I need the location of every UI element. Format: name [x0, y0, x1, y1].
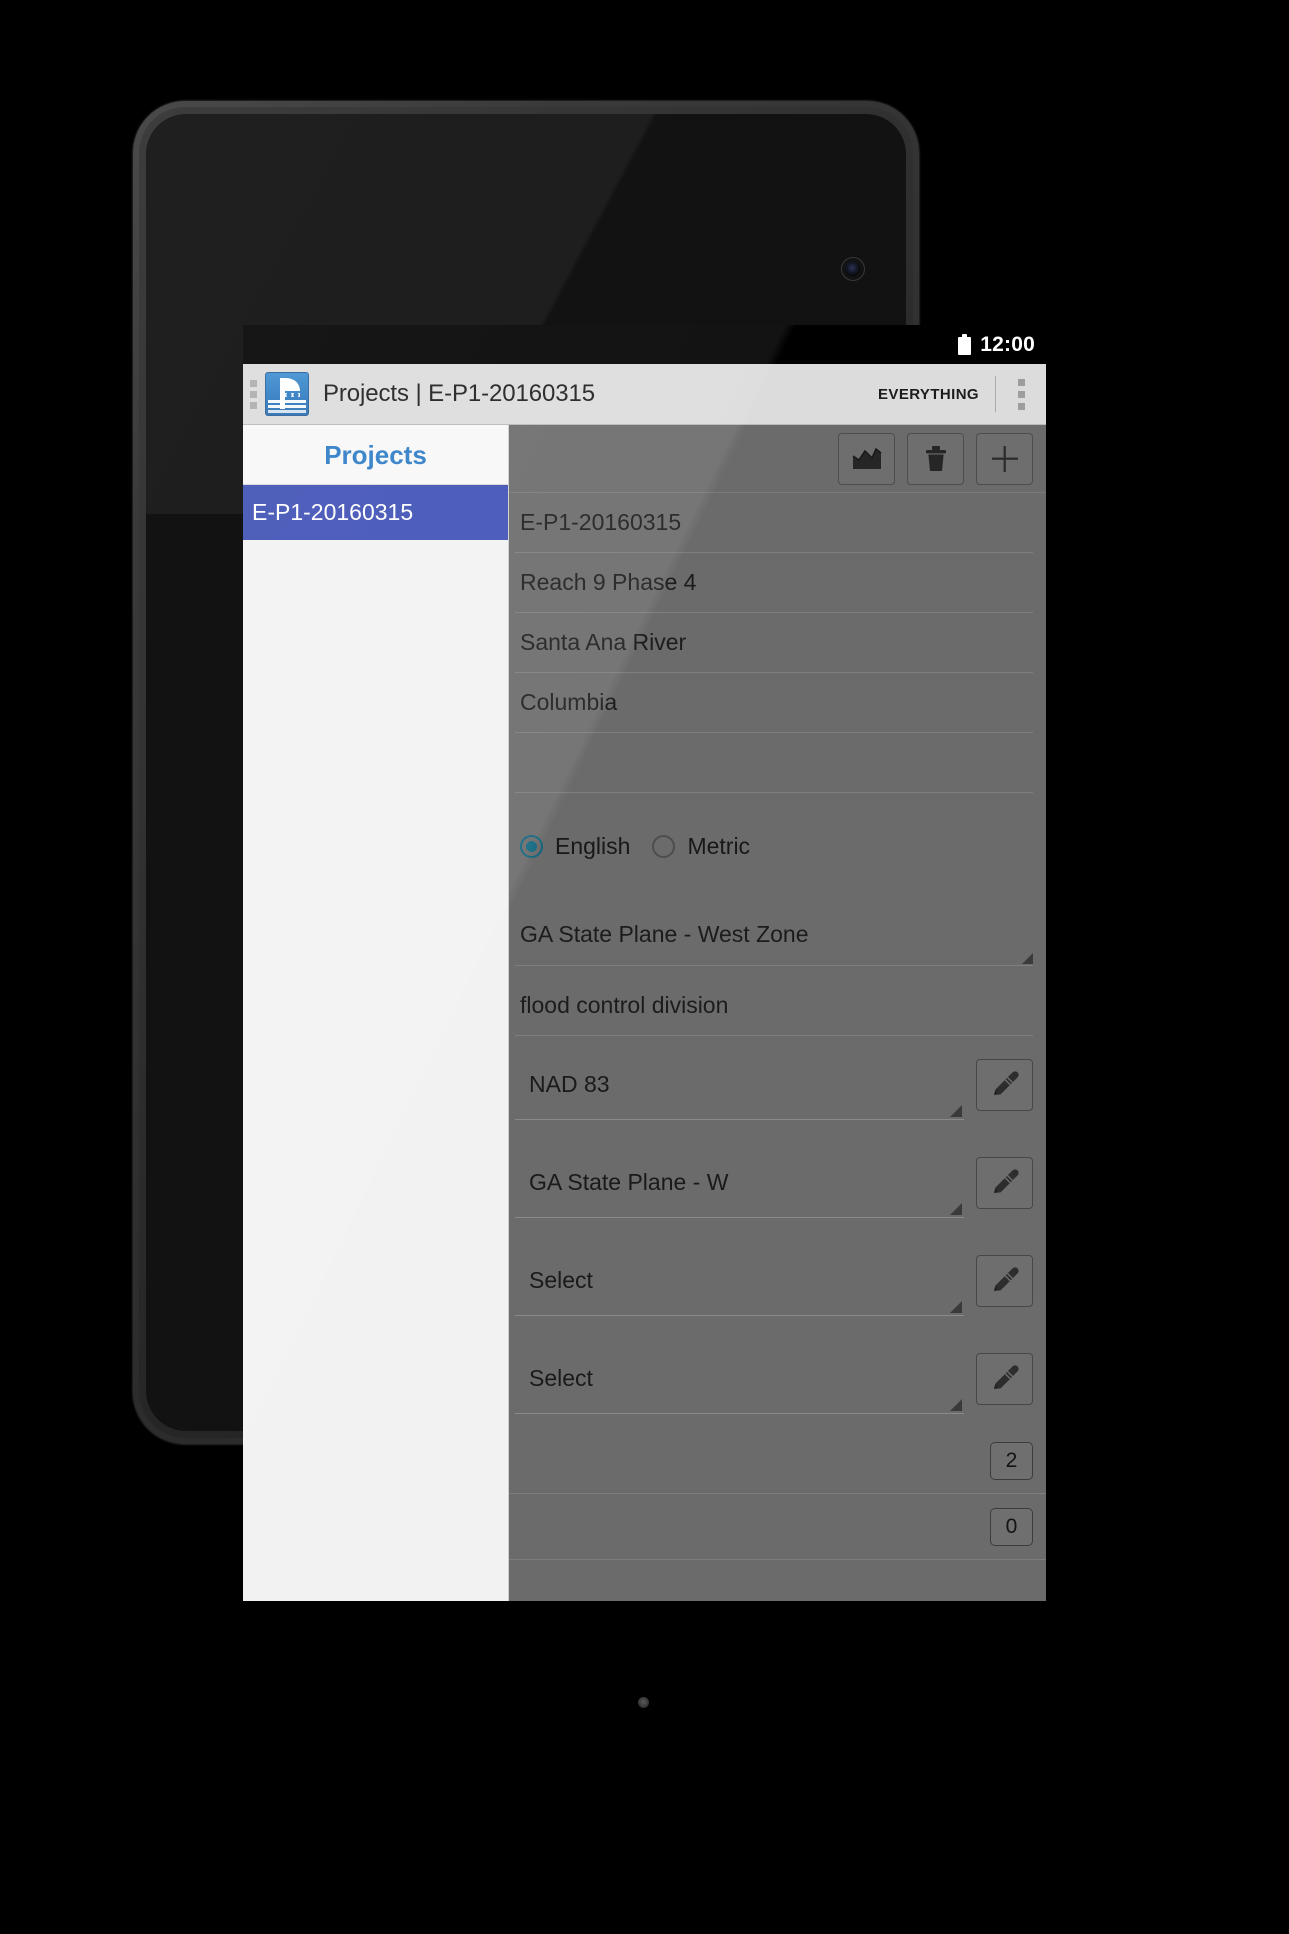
field-empty[interactable] — [515, 733, 1033, 793]
field-river-value: Santa Ana River — [520, 629, 687, 655]
row-units-system: Select — [509, 1330, 1046, 1428]
chevron-down-icon — [950, 1399, 962, 1411]
radio-english-label: English — [555, 832, 631, 859]
spinner-units-system-value: Select — [529, 1365, 593, 1391]
spinner-datum[interactable]: NAD 83 — [515, 1050, 964, 1120]
edit-projection-button[interactable] — [976, 1157, 1033, 1209]
front-microphone-icon — [638, 1697, 649, 1708]
count-b-button[interactable]: 0 — [990, 1507, 1033, 1546]
spinner-projection[interactable]: GA State Plane - W — [515, 1148, 964, 1218]
overflow-menu-icon[interactable] — [996, 364, 1046, 425]
spinner-datum-value: NAD 83 — [529, 1071, 610, 1097]
detail-toolbar — [509, 425, 1046, 493]
row-datum: NAD 83 — [509, 1036, 1046, 1134]
sidebar-title: Projects — [243, 425, 508, 485]
chevron-down-icon — [950, 1203, 962, 1215]
row-count-b: 0 — [509, 1494, 1046, 1560]
edit-datum-button[interactable] — [976, 1059, 1033, 1111]
add-button[interactable] — [976, 432, 1033, 485]
levee-profile-app-icon — [265, 372, 309, 416]
count-a-button[interactable]: 2 — [990, 1441, 1033, 1480]
edit-units-system-button[interactable] — [976, 1353, 1033, 1405]
chevron-down-icon — [950, 1105, 962, 1117]
field-district[interactable]: Columbia — [515, 673, 1033, 733]
radio-metric[interactable]: Metric — [652, 833, 750, 860]
field-coordinate-system-note[interactable]: GA State Plane - West Zone — [515, 904, 1033, 966]
trash-icon — [924, 445, 948, 473]
field-division-value: flood control division — [520, 992, 729, 1018]
delete-button[interactable] — [907, 432, 964, 485]
pencil-icon — [990, 1070, 1020, 1100]
status-bar-clock: 12:00 — [980, 333, 1035, 356]
field-district-value: Columbia — [520, 689, 618, 715]
chart-icon — [852, 447, 882, 471]
projects-sidebar: Projects E-P1-20160315 — [243, 425, 509, 1601]
field-division[interactable]: flood control division — [515, 976, 1033, 1036]
row-vertical-datum: Select — [509, 1232, 1046, 1330]
status-bar: 12:00 — [243, 325, 1046, 364]
radio-metric-label: Metric — [687, 832, 751, 859]
field-project-id-value: E-P1-20160315 — [520, 509, 682, 535]
pencil-icon — [990, 1168, 1020, 1198]
radio-metric-dot — [652, 834, 676, 858]
sidebar-item-project[interactable]: E-P1-20160315 — [243, 485, 508, 540]
plus-icon — [990, 444, 1020, 474]
spinner-vertical-datum-value: Select — [529, 1267, 593, 1293]
field-river[interactable]: Santa Ana River — [515, 613, 1033, 673]
field-reach-value: Reach 9 Phase 4 — [520, 569, 697, 595]
pencil-icon — [990, 1364, 1020, 1394]
row-count-a: 2 — [509, 1428, 1046, 1494]
radio-english-dot — [520, 834, 543, 858]
radio-english[interactable]: English — [520, 833, 630, 860]
page-title: Projects | E-P1-20160315 — [323, 380, 595, 407]
device-screen: 12:00 Projects | E-P1-20160315 EVERYTHIN… — [243, 325, 1046, 1601]
front-camera-icon — [845, 261, 861, 277]
project-detail-pane: E-P1-20160315 Reach 9 Phase 4 Santa Ana … — [509, 425, 1046, 1601]
action-everything-button[interactable]: EVERYTHING — [862, 386, 995, 403]
battery-full-icon — [958, 334, 972, 355]
screenshot-stage: 12:00 Projects | E-P1-20160315 EVERYTHIN… — [0, 0, 1289, 1934]
chart-icon-button[interactable] — [838, 432, 895, 485]
pencil-icon — [990, 1266, 1020, 1296]
app-bar: Projects | E-P1-20160315 EVERYTHING — [243, 364, 1046, 425]
row-projection: GA State Plane - W — [509, 1134, 1046, 1232]
spinner-vertical-datum[interactable]: Select — [515, 1246, 964, 1316]
resize-grip-icon — [1022, 953, 1033, 964]
field-project-id[interactable]: E-P1-20160315 — [515, 493, 1033, 553]
spinner-projection-value: GA State Plane - W — [529, 1169, 729, 1195]
field-reach[interactable]: Reach 9 Phase 4 — [515, 553, 1033, 613]
chevron-down-icon — [950, 1301, 962, 1313]
units-radio-group: English Metric — [515, 815, 1033, 877]
drawer-handle-icon[interactable] — [246, 364, 260, 425]
content-area: Projects E-P1-20160315 E-P1-20160315 Rea… — [243, 425, 1046, 1601]
spinner-units-system[interactable]: Select — [515, 1344, 964, 1414]
edit-vertical-datum-button[interactable] — [976, 1255, 1033, 1307]
field-coordinate-system-note-value: GA State Plane - West Zone — [520, 921, 809, 947]
sidebar-item-label: E-P1-20160315 — [252, 499, 414, 525]
